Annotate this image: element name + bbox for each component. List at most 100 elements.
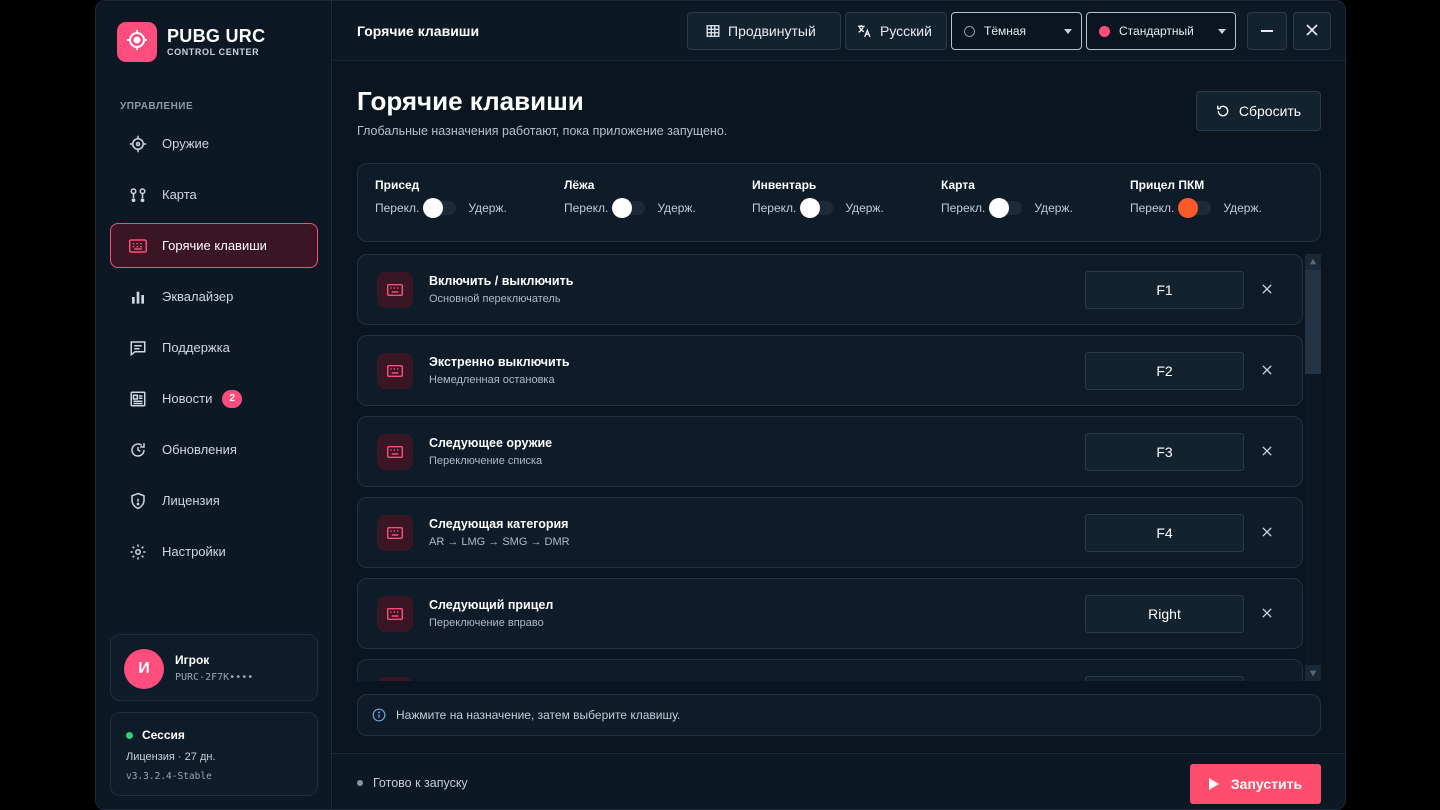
- sidebar-item-updates[interactable]: Обновления: [110, 427, 318, 472]
- close-icon: [1262, 281, 1272, 299]
- map-pins-icon: [127, 184, 149, 206]
- scroll-down-arrow-icon[interactable]: [1305, 665, 1321, 681]
- clear-binding-button[interactable]: [1258, 281, 1276, 299]
- clear-binding-button[interactable]: [1258, 443, 1276, 461]
- sidebar-item-support[interactable]: Поддержка: [110, 325, 318, 370]
- key-assign-button[interactable]: [1085, 676, 1244, 681]
- crouch-switch[interactable]: [423, 198, 457, 218]
- user-card[interactable]: И Игрок PURC-2F7K••••: [110, 634, 318, 701]
- toggle-left-label: Перекл.: [564, 201, 609, 215]
- status-text: Готово к запуску: [373, 776, 468, 790]
- session-title: Сессия: [126, 728, 185, 742]
- sidebar-item-map[interactable]: Карта: [110, 172, 318, 217]
- logo: [117, 22, 157, 62]
- keyboard-icon: [377, 353, 413, 389]
- keyboard-icon: [377, 515, 413, 551]
- key-assign-button[interactable]: F4: [1085, 514, 1244, 552]
- sidebar-item-hotkeys[interactable]: Горячие клавиши: [110, 223, 318, 268]
- license-key: PURC-2F7K••••: [175, 672, 254, 683]
- mode-button[interactable]: Продвинутый: [687, 12, 841, 50]
- sidebar-item-equalizer[interactable]: Эквалайзер: [110, 274, 318, 319]
- ads-switch[interactable]: [1178, 198, 1212, 218]
- hotkey-row[interactable]: Экстренно выключить Немедленная остановк…: [357, 335, 1303, 406]
- switch-knob: [423, 198, 444, 218]
- mode-label: Продвинутый: [728, 23, 816, 39]
- clear-binding-button[interactable]: [1258, 605, 1276, 623]
- launch-button[interactable]: Запустить: [1190, 764, 1321, 804]
- scroll-thumb[interactable]: [1305, 270, 1321, 374]
- crosshair-logo-icon: [125, 28, 149, 57]
- sidebar-item-license[interactable]: Лицензия: [110, 478, 318, 523]
- chevron-down-icon: [1218, 29, 1226, 34]
- toggle-label: Инвентарь: [752, 178, 817, 192]
- scroll-up-arrow-icon[interactable]: [1305, 254, 1321, 270]
- hotkey-list-scrollbar[interactable]: [1305, 254, 1321, 681]
- close-window-button[interactable]: [1293, 12, 1331, 50]
- toggle-label: Присед: [375, 178, 420, 192]
- key-assign-button[interactable]: Right: [1085, 595, 1244, 633]
- hotkey-row[interactable]: Следующий прицел Переключение вправо Rig…: [357, 578, 1303, 649]
- hotkey-list: Включить / выключить Основной переключат…: [357, 254, 1305, 681]
- sidebar-item-label: Горячие клавиши: [162, 238, 267, 253]
- launch-label: Запустить: [1230, 776, 1303, 792]
- sidebar-item-news[interactable]: Новости 2: [110, 376, 318, 421]
- keyboard-icon: [127, 235, 149, 257]
- sidebar-item-settings[interactable]: Настройки: [110, 529, 318, 574]
- bar-chart-icon: [127, 286, 149, 308]
- nav-section-label: УПРАВЛЕНИЕ: [120, 101, 194, 112]
- launch-status: Готово к запуску: [357, 776, 468, 790]
- switch-knob: [1178, 198, 1199, 218]
- session-title-text: Сессия: [142, 728, 185, 742]
- map-switch[interactable]: [989, 198, 1023, 218]
- prone-switch[interactable]: [612, 198, 646, 218]
- reset-button[interactable]: Сбросить: [1196, 91, 1321, 131]
- newspaper-icon: [127, 388, 149, 410]
- page-subtitle: Глобальные назначения работают, пока при…: [357, 124, 728, 138]
- toggle-right-label: Удерж.: [468, 201, 507, 215]
- header-title: Горячие клавиши: [357, 23, 480, 39]
- key-assign-button[interactable]: F2: [1085, 352, 1244, 390]
- switch-knob: [800, 198, 821, 218]
- scheme-value: Стандартный: [1119, 24, 1194, 38]
- theme-select[interactable]: Тёмная: [951, 12, 1082, 50]
- language-button[interactable]: Русский: [845, 12, 947, 50]
- key-assign-button[interactable]: F3: [1085, 433, 1244, 471]
- hotkey-title: Экстренно выключить: [429, 355, 570, 369]
- news-count-badge: 2: [222, 389, 243, 408]
- keyboard-icon: [377, 272, 413, 308]
- translate-icon: [856, 23, 872, 39]
- hotkey-row-partial[interactable]: [357, 659, 1303, 681]
- toggle-left-label: Перекл.: [752, 201, 797, 215]
- sidebar-item-label: Эквалайзер: [162, 289, 234, 304]
- app-window: PUBG URC CONTROL CENTER УПРАВЛЕНИЕ Оружи…: [95, 0, 1346, 810]
- hotkey-subtitle: Немедленная остановка: [429, 374, 555, 386]
- language-label: Русский: [880, 23, 932, 39]
- hotkey-title: Включить / выключить: [429, 274, 574, 288]
- toggle-prone: Лёжа Перекл. Удерж.: [564, 178, 696, 218]
- key-assign-button[interactable]: F1: [1085, 271, 1244, 309]
- hotkey-title: Следующее оружие: [429, 436, 553, 450]
- minimize-button[interactable]: [1247, 12, 1287, 50]
- sidebar-item-label: Карта: [162, 187, 197, 202]
- reset-label: Сбросить: [1238, 103, 1302, 119]
- toggle-right-label: Удерж.: [845, 201, 884, 215]
- hotkey-row[interactable]: Следующая категория AR → LMG → SMG → DMR…: [357, 497, 1303, 568]
- inventory-switch[interactable]: [800, 198, 834, 218]
- sidebar-item-label: Настройки: [162, 544, 226, 559]
- refresh-icon: [127, 439, 149, 461]
- top-bar: Горячие клавиши Продвинутый Русский Тёмн…: [333, 1, 1345, 61]
- app-version: v3.3.2.4-Stable: [126, 771, 212, 782]
- brand-title: PUBG URC: [167, 26, 266, 46]
- minimize-icon: [1261, 29, 1273, 33]
- gear-icon: [127, 541, 149, 563]
- toggle-ads: Прицел ПКМ Перекл. Удерж.: [1130, 178, 1262, 218]
- color-scheme-select[interactable]: Стандартный: [1086, 12, 1236, 50]
- sidebar-item-weapons[interactable]: Оружие: [110, 121, 318, 166]
- session-card: Сессия Лицензия · 27 дн. v3.3.2.4-Stable: [110, 712, 318, 796]
- clear-binding-button[interactable]: [1258, 524, 1276, 542]
- hotkey-row[interactable]: Следующее оружие Переключение списка F3: [357, 416, 1303, 487]
- hotkey-row[interactable]: Включить / выключить Основной переключат…: [357, 254, 1303, 325]
- reset-icon: [1216, 104, 1230, 118]
- hotkey-title: Следующая категория: [429, 517, 569, 531]
- clear-binding-button[interactable]: [1258, 362, 1276, 380]
